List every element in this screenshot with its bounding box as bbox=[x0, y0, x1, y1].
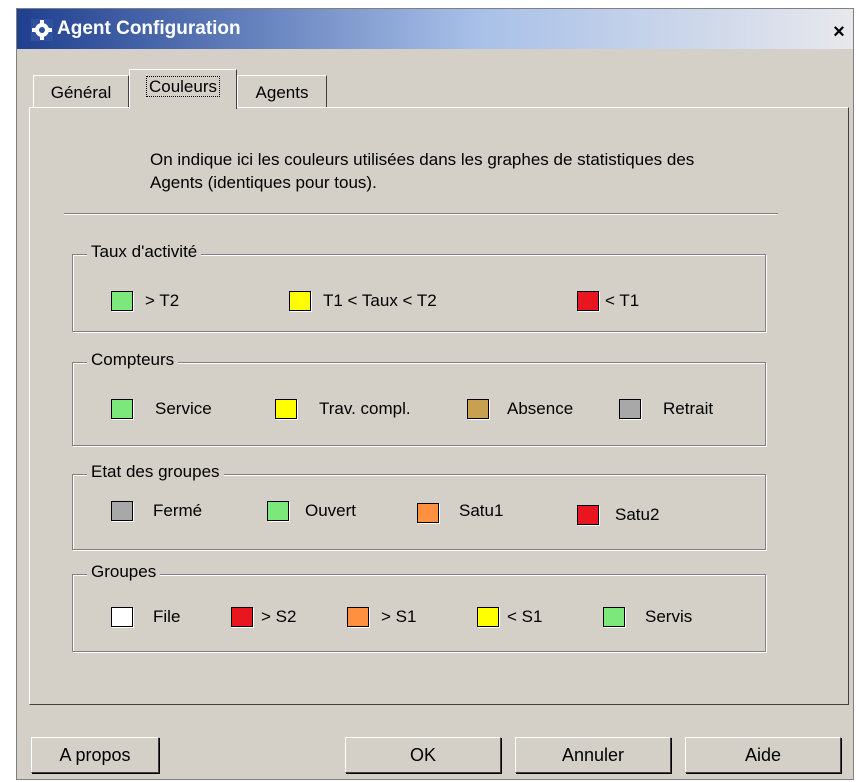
color-label: Service bbox=[155, 399, 212, 418]
group-groupes: Groupes File > S2 > S1 < S1 Servis bbox=[72, 562, 766, 652]
color-label: Retrait bbox=[663, 399, 714, 418]
color-label: Trav. compl. bbox=[319, 399, 411, 418]
color-label: Absence bbox=[507, 399, 574, 418]
color-label: > T2 bbox=[145, 291, 180, 310]
group-title: Etat des groupes bbox=[87, 462, 224, 482]
color-label: > S2 bbox=[261, 607, 297, 626]
group-etat-des-groupes: Etat des groupes Fermé Ouvert Satu1 Satu… bbox=[72, 462, 766, 550]
tab-couleurs[interactable]: Couleurs bbox=[129, 69, 237, 109]
color-label: Satu1 bbox=[459, 501, 504, 520]
window-title: Agent Configuration bbox=[57, 18, 241, 39]
color-label: Servis bbox=[645, 607, 693, 626]
group-taux-activite: Taux d'activité > T2 T1 < Taux < T2 < T1 bbox=[72, 242, 766, 332]
color-label: T1 < Taux < T2 bbox=[323, 291, 437, 310]
intro-text: On indique ici les couleurs utilisées da… bbox=[150, 150, 695, 192]
color-swatch[interactable] bbox=[231, 607, 253, 627]
title-bar[interactable]: Agent Configuration × bbox=[17, 9, 853, 49]
color-swatch[interactable] bbox=[275, 399, 297, 419]
color-swatch[interactable] bbox=[577, 505, 599, 525]
cancel-button[interactable]: Annuler bbox=[515, 737, 671, 773]
color-label: Fermé bbox=[153, 501, 203, 520]
color-swatch[interactable] bbox=[111, 607, 133, 627]
tab-general[interactable]: Général bbox=[33, 75, 129, 107]
color-swatch[interactable] bbox=[477, 607, 499, 627]
group-title: Taux d'activité bbox=[87, 242, 202, 262]
group-title: Groupes bbox=[87, 562, 161, 582]
gear-icon bbox=[31, 19, 53, 41]
help-button[interactable]: Aide bbox=[685, 737, 841, 773]
tab-couleurs-label: Couleurs bbox=[145, 76, 221, 97]
color-swatch[interactable] bbox=[111, 399, 133, 419]
color-swatch[interactable] bbox=[417, 503, 439, 523]
color-swatch[interactable] bbox=[111, 291, 133, 311]
color-swatch[interactable] bbox=[111, 501, 133, 521]
color-label: > S1 bbox=[381, 607, 417, 626]
color-swatch[interactable] bbox=[577, 291, 599, 311]
tab-agents[interactable]: Agents bbox=[237, 75, 327, 107]
color-swatch[interactable] bbox=[603, 607, 625, 627]
color-label: Satu2 bbox=[615, 505, 660, 524]
about-button[interactable]: A propos bbox=[31, 737, 159, 773]
color-swatch[interactable] bbox=[467, 399, 489, 419]
color-label: < S1 bbox=[507, 607, 543, 626]
color-swatch[interactable] bbox=[267, 501, 289, 521]
color-label: < T1 bbox=[605, 291, 640, 310]
ok-button[interactable]: OK bbox=[345, 737, 501, 773]
close-icon[interactable]: × bbox=[827, 21, 851, 43]
color-label: Ouvert bbox=[305, 501, 357, 520]
agent-configuration-dialog: Agent Configuration × Général Couleurs A… bbox=[16, 8, 854, 780]
group-compteurs: Compteurs Service Trav. compl. Absence R… bbox=[72, 350, 766, 446]
color-swatch[interactable] bbox=[619, 399, 641, 419]
tab-panel-couleurs: On indique ici les couleurs utilisées da… bbox=[29, 107, 849, 705]
color-label: File bbox=[153, 607, 181, 626]
color-swatch[interactable] bbox=[289, 291, 311, 311]
color-swatch[interactable] bbox=[347, 607, 369, 627]
separator bbox=[64, 213, 778, 215]
group-title: Compteurs bbox=[87, 350, 179, 370]
